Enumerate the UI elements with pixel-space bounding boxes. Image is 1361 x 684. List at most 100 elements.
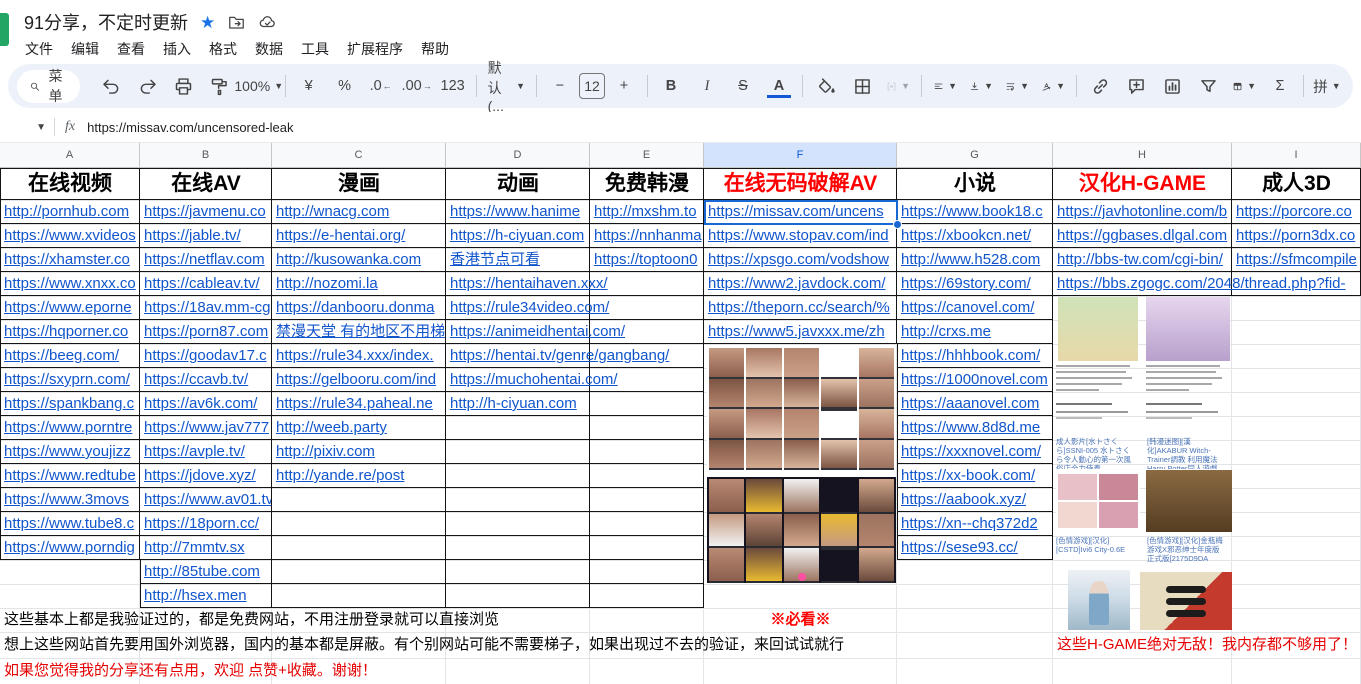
hgame-covers-image[interactable] [1056, 297, 1232, 361]
cell-link-G15[interactable]: https://xn--chq372d2 [897, 512, 1052, 536]
bold-button[interactable]: B [654, 71, 688, 101]
cell-link-E3[interactable]: https://nnhanma [590, 224, 703, 248]
cell-link-G13[interactable]: https://xx-book.com/ [897, 464, 1052, 488]
cell-link-F7[interactable]: https://www5.javxxx.me/zh [704, 320, 896, 344]
menu-item-1[interactable]: 编辑 [62, 36, 108, 62]
menu-item-2[interactable]: 查看 [108, 36, 154, 62]
empty-cell[interactable] [446, 488, 590, 512]
cell-link-B15[interactable]: https://18porn.cc/ [140, 512, 271, 536]
empty-cell[interactable] [272, 488, 446, 512]
hgame-thumbs-left-image[interactable] [1056, 472, 1140, 530]
cell-link-C4[interactable]: http://kusowanka.com [272, 248, 445, 272]
thread-title-text[interactable]: [韩漫迷图][漢化]AKABUR Witch-Trainer調教 利用魔法Har… [1147, 437, 1228, 469]
menu-item-3[interactable]: 插入 [154, 36, 200, 62]
cell-link-E2[interactable]: http://mxshm.to [590, 200, 703, 224]
cell-link-G12[interactable]: https://xxxnovel.com/ [897, 440, 1052, 464]
cell-link-B3[interactable]: https://jable.tv/ [140, 224, 271, 248]
cell-link-A10[interactable]: https://spankbang.c [0, 392, 139, 416]
merge-cells-button[interactable]: ▼ [881, 71, 915, 101]
column-header-G[interactable]: G [897, 143, 1053, 168]
cell-link-D4[interactable]: 香港节点可看 [446, 248, 589, 272]
create-filter-button[interactable] [1191, 71, 1225, 101]
cell-text-A20[interactable]: 想上这些网站首先要用国外浏览器，国内的基本都是屏蔽。有个别网站可能不需要梯子，如… [0, 632, 844, 658]
cell-link-G3[interactable]: https://xbookcn.net/ [897, 224, 1052, 248]
menu-item-4[interactable]: 格式 [200, 36, 246, 62]
italic-button[interactable]: I [690, 71, 724, 101]
table-views-button[interactable]: ▼ [1227, 71, 1261, 101]
cell-link-G7[interactable]: http://crxs.me [897, 320, 1052, 344]
cell-link-B12[interactable]: https://avple.tv/ [140, 440, 271, 464]
column-header-B[interactable]: B [140, 143, 272, 168]
empty-cell[interactable] [590, 560, 704, 584]
increase-font-button[interactable]: + [607, 71, 641, 101]
vertical-align-button[interactable]: ▼ [964, 71, 998, 101]
cell-link-G4[interactable]: http://www.h528.com [897, 248, 1052, 272]
spreadsheet-grid[interactable]: ABCDEFGHI在线视频在线AV漫画动画免费韩漫在线无码破解AV小说汉化H-G… [0, 143, 1361, 684]
column-header-H[interactable]: H [1053, 143, 1232, 168]
cell-link-B5[interactable]: https://cableav.tv/ [140, 272, 271, 296]
cell-link-B11[interactable]: https://www.jav777 [140, 416, 271, 440]
cell-link-D10[interactable]: http://h-ciyuan.com [446, 392, 589, 416]
cell-link-B18[interactable]: http://hsex.men [140, 584, 271, 608]
cell-link-A14[interactable]: https://www.3movs [0, 488, 139, 512]
cell-link-C8[interactable]: https://rule34.xxx/index. [272, 344, 445, 368]
cell-link-A12[interactable]: https://www.youjizz [0, 440, 139, 464]
strikethrough-button[interactable]: S [726, 71, 760, 101]
empty-cell[interactable] [590, 488, 704, 512]
cell-link-I3[interactable]: https://porn3dx.co [1232, 224, 1360, 248]
borders-button[interactable] [845, 71, 879, 101]
cell-link-I4[interactable]: https://sfmcompile [1232, 248, 1360, 272]
cell-link-B17[interactable]: http://85tube.com [140, 560, 271, 584]
menu-item-6[interactable]: 工具 [292, 36, 338, 62]
redo-button[interactable] [131, 71, 165, 101]
cell-link-F6[interactable]: https://theporn.cc/search/% [704, 296, 896, 320]
cell-link-G2[interactable]: https://www.book18.c [897, 200, 1052, 224]
cell-link-A7[interactable]: https://hqporner.co [0, 320, 139, 344]
empty-cell[interactable] [590, 584, 704, 608]
javdock-thumbnail-grid-image[interactable] [707, 477, 896, 583]
empty-cell[interactable] [446, 464, 590, 488]
column-header-E[interactable]: E [590, 143, 704, 168]
empty-cell[interactable] [590, 536, 704, 560]
font-select[interactable]: 默认 (...▼ [483, 71, 530, 101]
cell-link-D8[interactable]: https://hentai.tv/genre/gangbang/ [446, 344, 669, 368]
horizontal-align-button[interactable]: ▼ [928, 71, 962, 101]
cell-link-C9[interactable]: https://gelbooru.com/ind [272, 368, 445, 392]
cell-link-A11[interactable]: https://www.porntre [0, 416, 139, 440]
text-color-button[interactable]: A [762, 71, 796, 101]
cell-link-C5[interactable]: http://nozomi.la [272, 272, 445, 296]
cell-link-B2[interactable]: https://javmenu.co [140, 200, 271, 224]
cell-link-C3[interactable]: https://e-hentai.org/ [272, 224, 445, 248]
thread-title-text[interactable]: 成人影片[水トさくら]SSNI-005 水トさくら令人動心的第一次風俗店全力侍奉 [1056, 437, 1137, 469]
move-folder-icon[interactable] [227, 13, 246, 32]
cell-link-C10[interactable]: https://rule34.paheal.ne [272, 392, 445, 416]
cell-link-G14[interactable]: https://aabook.xyz/ [897, 488, 1052, 512]
format-currency-button[interactable]: ¥ [292, 71, 326, 101]
empty-cell[interactable] [590, 392, 704, 416]
cell-text-H20[interactable]: 这些H-GAME绝对无敌！我内存都不够用了！ [1053, 632, 1357, 658]
empty-cell[interactable] [446, 536, 590, 560]
jinpingmei-cover-image[interactable] [1140, 572, 1232, 630]
thread-title-text[interactable]: [色情游戏][汉化][CSTD]Ivi6 City-0.6E [1056, 536, 1137, 566]
cell-link-G5[interactable]: https://69story.com/ [897, 272, 1052, 296]
increase-decimal-button[interactable]: .00→ [400, 71, 434, 101]
cell-link-G11[interactable]: https://www.8d8d.me [897, 416, 1052, 440]
column-header-F[interactable]: F [704, 143, 897, 168]
cell-link-C6[interactable]: https://danbooru.donma [272, 296, 445, 320]
hgame-description-lines[interactable] [1056, 365, 1228, 431]
cell-link-F4[interactable]: https://xpsgo.com/vodshow [704, 248, 896, 272]
doc-title[interactable]: 91分享，不定时更新 [24, 9, 188, 35]
cell-link-H4[interactable]: http://bbs-tw.com/cgi-bin/ [1053, 248, 1231, 272]
cell-link-F2[interactable]: https://missav.com/uncens [704, 200, 896, 224]
cell-link-I2[interactable]: https://porcore.co [1232, 200, 1360, 224]
cell-text-A21[interactable]: 如果您觉得我的分享还有点用，欢迎 点赞+收藏。谢谢！ [0, 658, 377, 684]
cell-text-A19[interactable]: 这些基本上都是我验证过的，都是免费网站，不用注册登录就可以直接浏览 [0, 608, 499, 632]
cell-link-D5[interactable]: https://hentaihaven.xxx/ [446, 272, 608, 296]
cell-link-A15[interactable]: https://www.tube8.c [0, 512, 139, 536]
cell-link-D9[interactable]: https://muchohentai.com/ [446, 368, 618, 392]
cell-link-C2[interactable]: http://wnacg.com [272, 200, 445, 224]
cell-link-D6[interactable]: https://rule34video.com/ [446, 296, 609, 320]
paint-format-button[interactable] [203, 71, 237, 101]
cell-link-D2[interactable]: https://www.hanime [446, 200, 589, 224]
cell-link-E4[interactable]: https://toptoon0 [590, 248, 703, 272]
